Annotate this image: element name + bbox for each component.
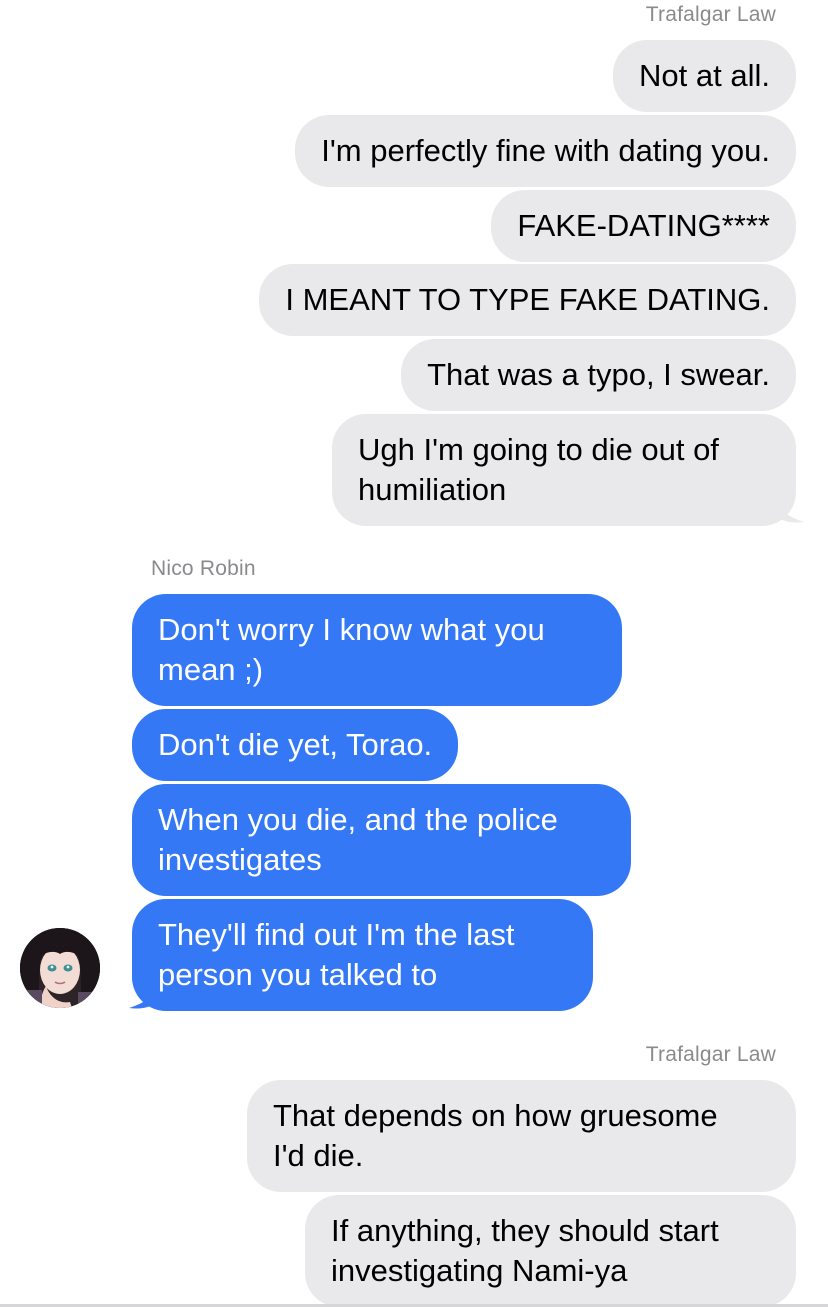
message-text-line: investigates [158, 842, 322, 877]
message-text-line: If anything, they should start [331, 1213, 719, 1248]
sender-name-law: Trafalgar Law [645, 3, 776, 26]
sender-name-robin: Nico Robin [151, 557, 256, 580]
bubble-tail-left [129, 980, 158, 1009]
message-bubble[interactable]: Don't worry I know what you mean ;) [132, 594, 622, 706]
message-bubble[interactable]: I'm perfectly fine with dating you. [295, 115, 796, 187]
message-bubble[interactable]: They'll find out I'm the last person you… [132, 899, 593, 1011]
message-text-line: person you talked to [158, 957, 438, 992]
message-text-line: humiliation [358, 472, 507, 507]
message-bubble[interactable]: FAKE-DATING**** [491, 190, 796, 262]
message-text: Don't die yet, Torao. [158, 727, 433, 762]
message-text-line: mean ;) [158, 652, 264, 687]
message-text: Not at all. [639, 58, 770, 93]
message-bubble[interactable]: That depends on how gruesome I'd die. [247, 1080, 796, 1192]
message-bubble[interactable]: I MEANT TO TYPE FAKE DATING. [259, 264, 796, 336]
bubble-tail-right [775, 494, 804, 523]
message-bubble[interactable]: Don't die yet, Torao. [132, 709, 459, 781]
message-text: That was a typo, I swear. [427, 357, 770, 392]
message-bubble[interactable]: If anything, they should start investiga… [305, 1195, 796, 1307]
message-text: I MEANT TO TYPE FAKE DATING. [285, 282, 770, 317]
message-text-line: Don't worry I know what you [158, 612, 545, 647]
anime-portrait-avatar-icon [20, 928, 100, 1008]
contact-avatar[interactable] [20, 928, 100, 1008]
message-text: FAKE-DATING**** [517, 208, 770, 243]
message-text-line: Ugh I'm going to die out of [358, 432, 719, 467]
message-text-line: investigating Nami-ya [331, 1253, 628, 1288]
message-text-line: They'll find out I'm the last [158, 917, 515, 952]
message-bubble[interactable]: That was a typo, I swear. [401, 339, 796, 411]
message-bubble[interactable]: Not at all. [613, 40, 796, 112]
message-bubble[interactable]: Ugh I'm going to die out of humiliation [332, 414, 796, 526]
message-text-line: When you die, and the police [158, 802, 558, 837]
message-bubble[interactable]: When you die, and the police investigate… [132, 784, 631, 896]
sender-name-law: Trafalgar Law [645, 1043, 776, 1066]
message-text-line: I'd die. [273, 1138, 364, 1173]
message-text: I'm perfectly fine with dating you. [321, 133, 770, 168]
message-text-line: That depends on how gruesome [273, 1098, 718, 1133]
